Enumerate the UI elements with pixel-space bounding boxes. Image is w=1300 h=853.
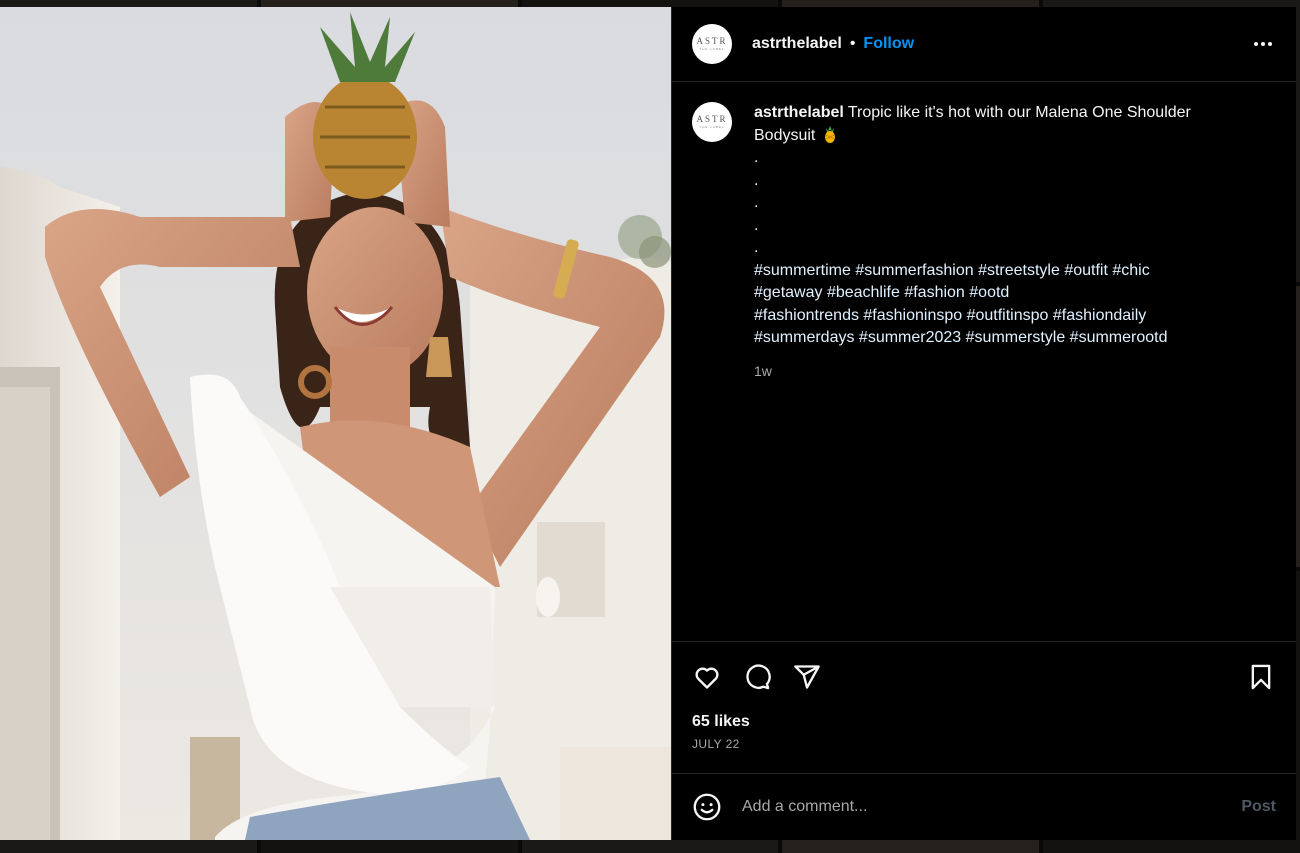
caption-dot-line: .: [754, 239, 759, 256]
post-photo-illustration: [0, 7, 671, 840]
caption-section: ASTR THE LABEL astrthelabel Tropic like i…: [672, 82, 1296, 641]
post-date: JULY 22: [692, 737, 740, 751]
comment-bar: Post: [672, 773, 1296, 840]
avatar[interactable]: ASTR THE LABEL: [692, 24, 732, 64]
post-header: ASTR THE LABEL astrthelabel • Follow: [672, 7, 1296, 82]
caption-timestamp[interactable]: 1w: [754, 360, 1244, 383]
caption-avatar-logo-subtext: THE LABEL: [699, 125, 725, 129]
post-comment-button[interactable]: Post: [1241, 798, 1276, 816]
post-modal: ASTR THE LABEL astrthelabel • Follow AST…: [0, 7, 1296, 840]
caption-dot-line: .: [754, 149, 759, 166]
comment-icon[interactable]: [742, 662, 772, 692]
avatar-logo-text: ASTR: [696, 36, 728, 46]
action-bar: [672, 641, 1296, 711]
hashtag-line[interactable]: #fashiontrends #fashioninspo #outfitinsp…: [754, 305, 1244, 328]
pineapple-icon: [824, 125, 835, 143]
caption-dot-line: .: [754, 194, 759, 211]
likes-count[interactable]: 65 likes: [672, 713, 1296, 731]
emoji-icon[interactable]: [692, 792, 722, 822]
bookmark-icon[interactable]: [1246, 662, 1276, 692]
comment-input[interactable]: [742, 798, 1242, 816]
follow-button[interactable]: Follow: [863, 35, 914, 53]
share-icon[interactable]: [792, 662, 822, 692]
caption-dot-line: .: [754, 171, 759, 189]
caption-username-link[interactable]: astrthelabel: [754, 104, 844, 121]
separator-dot: •: [849, 35, 856, 52]
username-link[interactable]: astrthelabel: [752, 35, 842, 53]
more-options-icon[interactable]: [1250, 36, 1276, 52]
post-caption: astrthelabel Tropic like it's hot with ou…: [754, 102, 1244, 641]
post-photo: [0, 7, 671, 840]
post-side-panel: ASTR THE LABEL astrthelabel • Follow AST…: [671, 7, 1296, 840]
hashtag-line[interactable]: #summerdays #summer2023 #summerstyle #su…: [754, 327, 1244, 350]
caption-dot-line: .: [754, 216, 759, 234]
heart-icon[interactable]: [692, 662, 722, 692]
hashtag-line[interactable]: #getaway #beachlife #fashion #ootd: [754, 282, 1244, 305]
caption-avatar-logo-text: ASTR: [696, 114, 728, 124]
caption-avatar[interactable]: ASTR THE LABEL: [692, 102, 732, 142]
hashtag-line[interactable]: #summertime #summerfashion #streetstyle …: [754, 260, 1244, 283]
avatar-logo-subtext: THE LABEL: [699, 47, 725, 51]
